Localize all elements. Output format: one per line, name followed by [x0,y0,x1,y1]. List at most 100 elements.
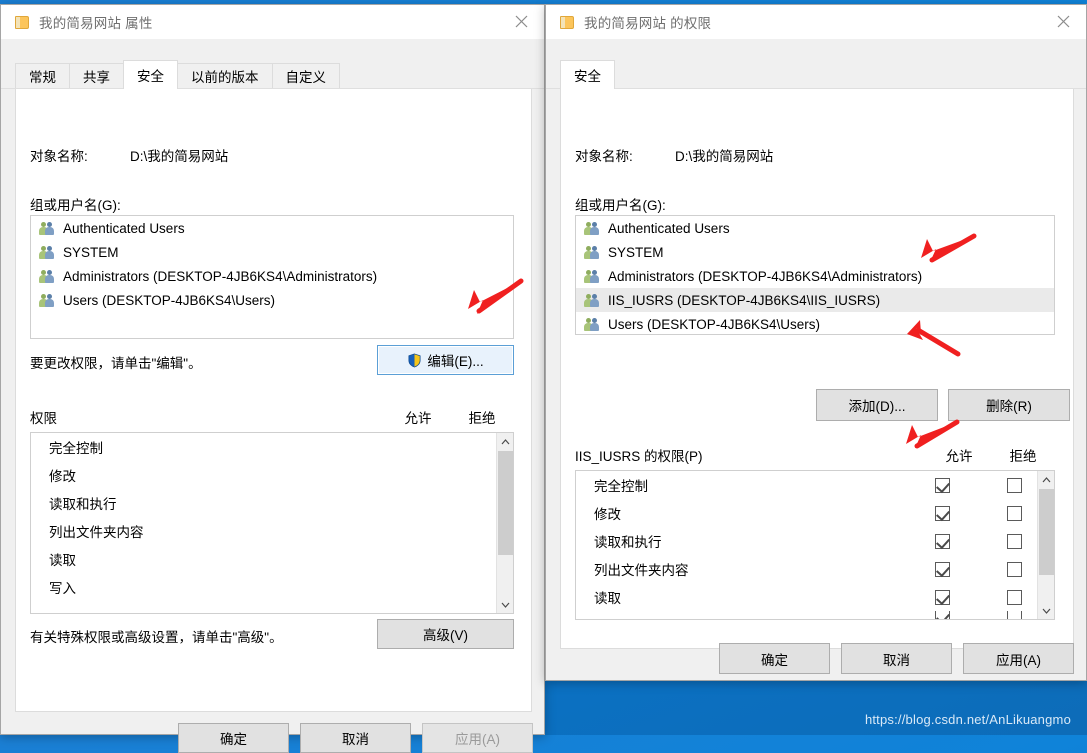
deny-checkbox[interactable] [1006,533,1022,549]
deny-checkbox[interactable] [1006,477,1022,493]
close-icon[interactable] [1040,5,1086,38]
scroll-thumb[interactable] [498,451,513,555]
cancel-button-label: 取消 [883,652,910,668]
permission-label: 读取和执行 [49,497,117,512]
allow-checkbox-cell[interactable] [910,477,974,493]
group-users-icon [584,317,601,332]
tab-sharing[interactable]: 共享 [69,63,124,88]
allow-checkbox[interactable] [934,505,950,521]
group-users-icon [39,293,56,308]
list-item[interactable]: SYSTEM [576,240,1054,264]
allow-checkbox[interactable] [934,477,950,493]
edit-button[interactable]: 编辑(E)... [377,345,514,375]
permissions-listbox[interactable]: 完全控制 修改 读取和执行 列出文件夹内容 读取 写入 [30,432,514,614]
properties-tabstrip: 常规 共享 安全 以前的版本 自定义 [1,60,544,89]
list-item[interactable]: Authenticated Users [576,216,1054,240]
permission-row[interactable]: 完全控制 [576,471,1054,499]
permission-row[interactable]: 读取 [576,583,1054,611]
remove-button[interactable]: 删除(R) [948,389,1070,421]
permissions-label: 权限 [30,411,57,426]
deny-checkbox[interactable] [1006,589,1022,605]
list-item-label: Authenticated Users [608,220,730,236]
edit-button-label: 编辑(E)... [427,354,484,369]
allow-column-header: 允许 [945,449,973,464]
list-item-label: SYSTEM [608,244,664,260]
cancel-button[interactable]: 取消 [300,723,411,753]
deny-checkbox[interactable] [1006,561,1022,577]
close-icon[interactable] [498,5,544,38]
permission-row[interactable]: 读取和执行 [31,489,513,517]
permissions-listbox[interactable]: 完全控制 修改 读取和执行 列出文件夹内容 读取 [575,470,1055,620]
allow-checkbox[interactable] [934,611,950,619]
scroll-down-icon[interactable] [1038,602,1054,619]
group-users-icon [584,269,601,284]
permission-row[interactable]: 完全控制 [31,433,513,461]
list-item[interactable]: Administrators (DESKTOP-4JB6KS4\Administ… [576,264,1054,288]
permission-label: 写入 [49,581,76,596]
folder-properties-dialog: 我的简易网站 属性 常规 共享 安全 以前的版本 自定义 对象名称: D:\我的… [0,4,545,753]
permissions-scrollbar[interactable] [496,433,513,613]
allow-checkbox[interactable] [934,533,950,549]
permission-row[interactable]: 读取 [31,545,513,573]
permissions-header: IIS_IUSRS 的权限(P) 允许 拒绝 [575,445,1055,465]
allow-column-header: 允许 [404,411,432,426]
group-users-icon [584,293,601,308]
object-name-row: 对象名称: D:\我的简易网站 [30,145,228,165]
scroll-up-icon[interactable] [1038,471,1054,488]
permission-label: 列出文件夹内容 [594,563,689,578]
list-item[interactable]: Administrators (DESKTOP-4JB6KS4\Administ… [31,264,513,288]
groups-listbox[interactable]: Authenticated Users SYSTEM Administrator… [575,215,1055,335]
permission-label: 完全控制 [49,441,103,456]
advanced-hint: 有关特殊权限或高级设置，请单击"高级"。 [30,630,283,645]
allow-checkbox-cell[interactable] [910,589,974,605]
folder-icon [14,14,30,30]
properties-titlebar: 我的简易网站 属性 [1,5,544,39]
permission-row[interactable]: 修改 [31,461,513,489]
ok-button[interactable]: 确定 [719,643,830,674]
advanced-button-label: 高级(V) [423,628,468,643]
deny-checkbox[interactable] [1006,505,1022,521]
allow-checkbox[interactable] [934,589,950,605]
permission-row[interactable]: 读取和执行 [576,527,1054,555]
allow-checkbox-cell[interactable] [910,505,974,521]
permissions-title: 我的简易网站 的权限 [584,16,712,31]
properties-title: 我的简易网站 属性 [39,16,153,31]
scroll-down-icon[interactable] [497,596,513,613]
ok-button[interactable]: 确定 [178,723,289,753]
apply-button[interactable]: 应用(A) [963,643,1074,674]
allow-checkbox-cell[interactable] [910,611,974,619]
deny-checkbox[interactable] [1006,611,1022,619]
permission-row[interactable]: 写入 [31,573,513,601]
tab-security[interactable]: 安全 [123,60,178,89]
cancel-button[interactable]: 取消 [841,643,952,674]
allow-checkbox-cell[interactable] [910,533,974,549]
object-name-label: 对象名称: [30,149,88,164]
apply-button-label: 应用(A) [996,652,1041,668]
properties-body: 常规 共享 安全 以前的版本 自定义 对象名称: D:\我的简易网站 组或用户名… [1,39,544,753]
list-item[interactable]: Users (DESKTOP-4JB6KS4\Users) [31,288,513,312]
list-item[interactable]: Users (DESKTOP-4JB6KS4\Users) [576,312,1054,334]
permission-label: 读取和执行 [594,535,662,550]
scroll-thumb[interactable] [1039,489,1054,575]
tab-previous-versions[interactable]: 以前的版本 [177,63,273,88]
allow-checkbox[interactable] [934,561,950,577]
tab-customize[interactable]: 自定义 [271,63,340,88]
groups-listbox[interactable]: Authenticated Users SYSTEM Administrator… [30,215,514,339]
list-item-selected[interactable]: IIS_IUSRS (DESKTOP-4JB6KS4\IIS_IUSRS) [576,288,1054,312]
scroll-up-icon[interactable] [497,433,513,450]
permission-row[interactable]: 修改 [576,499,1054,527]
folder-permissions-dialog: 我的简易网站 的权限 安全 对象名称: D:\我的简易网站 组或用户名(G): [545,4,1087,681]
list-item[interactable]: SYSTEM [31,240,513,264]
list-item[interactable]: Authenticated Users [31,216,513,240]
permission-row[interactable]: 列出文件夹内容 [576,555,1054,583]
permission-row[interactable]: 列出文件夹内容 [31,517,513,545]
permissions-scrollbar[interactable] [1037,471,1054,619]
add-button[interactable]: 添加(D)... [816,389,938,421]
permission-row-partial[interactable] [576,611,1054,619]
allow-checkbox-cell[interactable] [910,561,974,577]
tab-security[interactable]: 安全 [560,60,615,89]
deny-column-header: 拒绝 [468,411,496,426]
tab-general[interactable]: 常规 [15,63,70,88]
object-name-label: 对象名称: [575,149,633,164]
advanced-button[interactable]: 高级(V) [377,619,514,649]
